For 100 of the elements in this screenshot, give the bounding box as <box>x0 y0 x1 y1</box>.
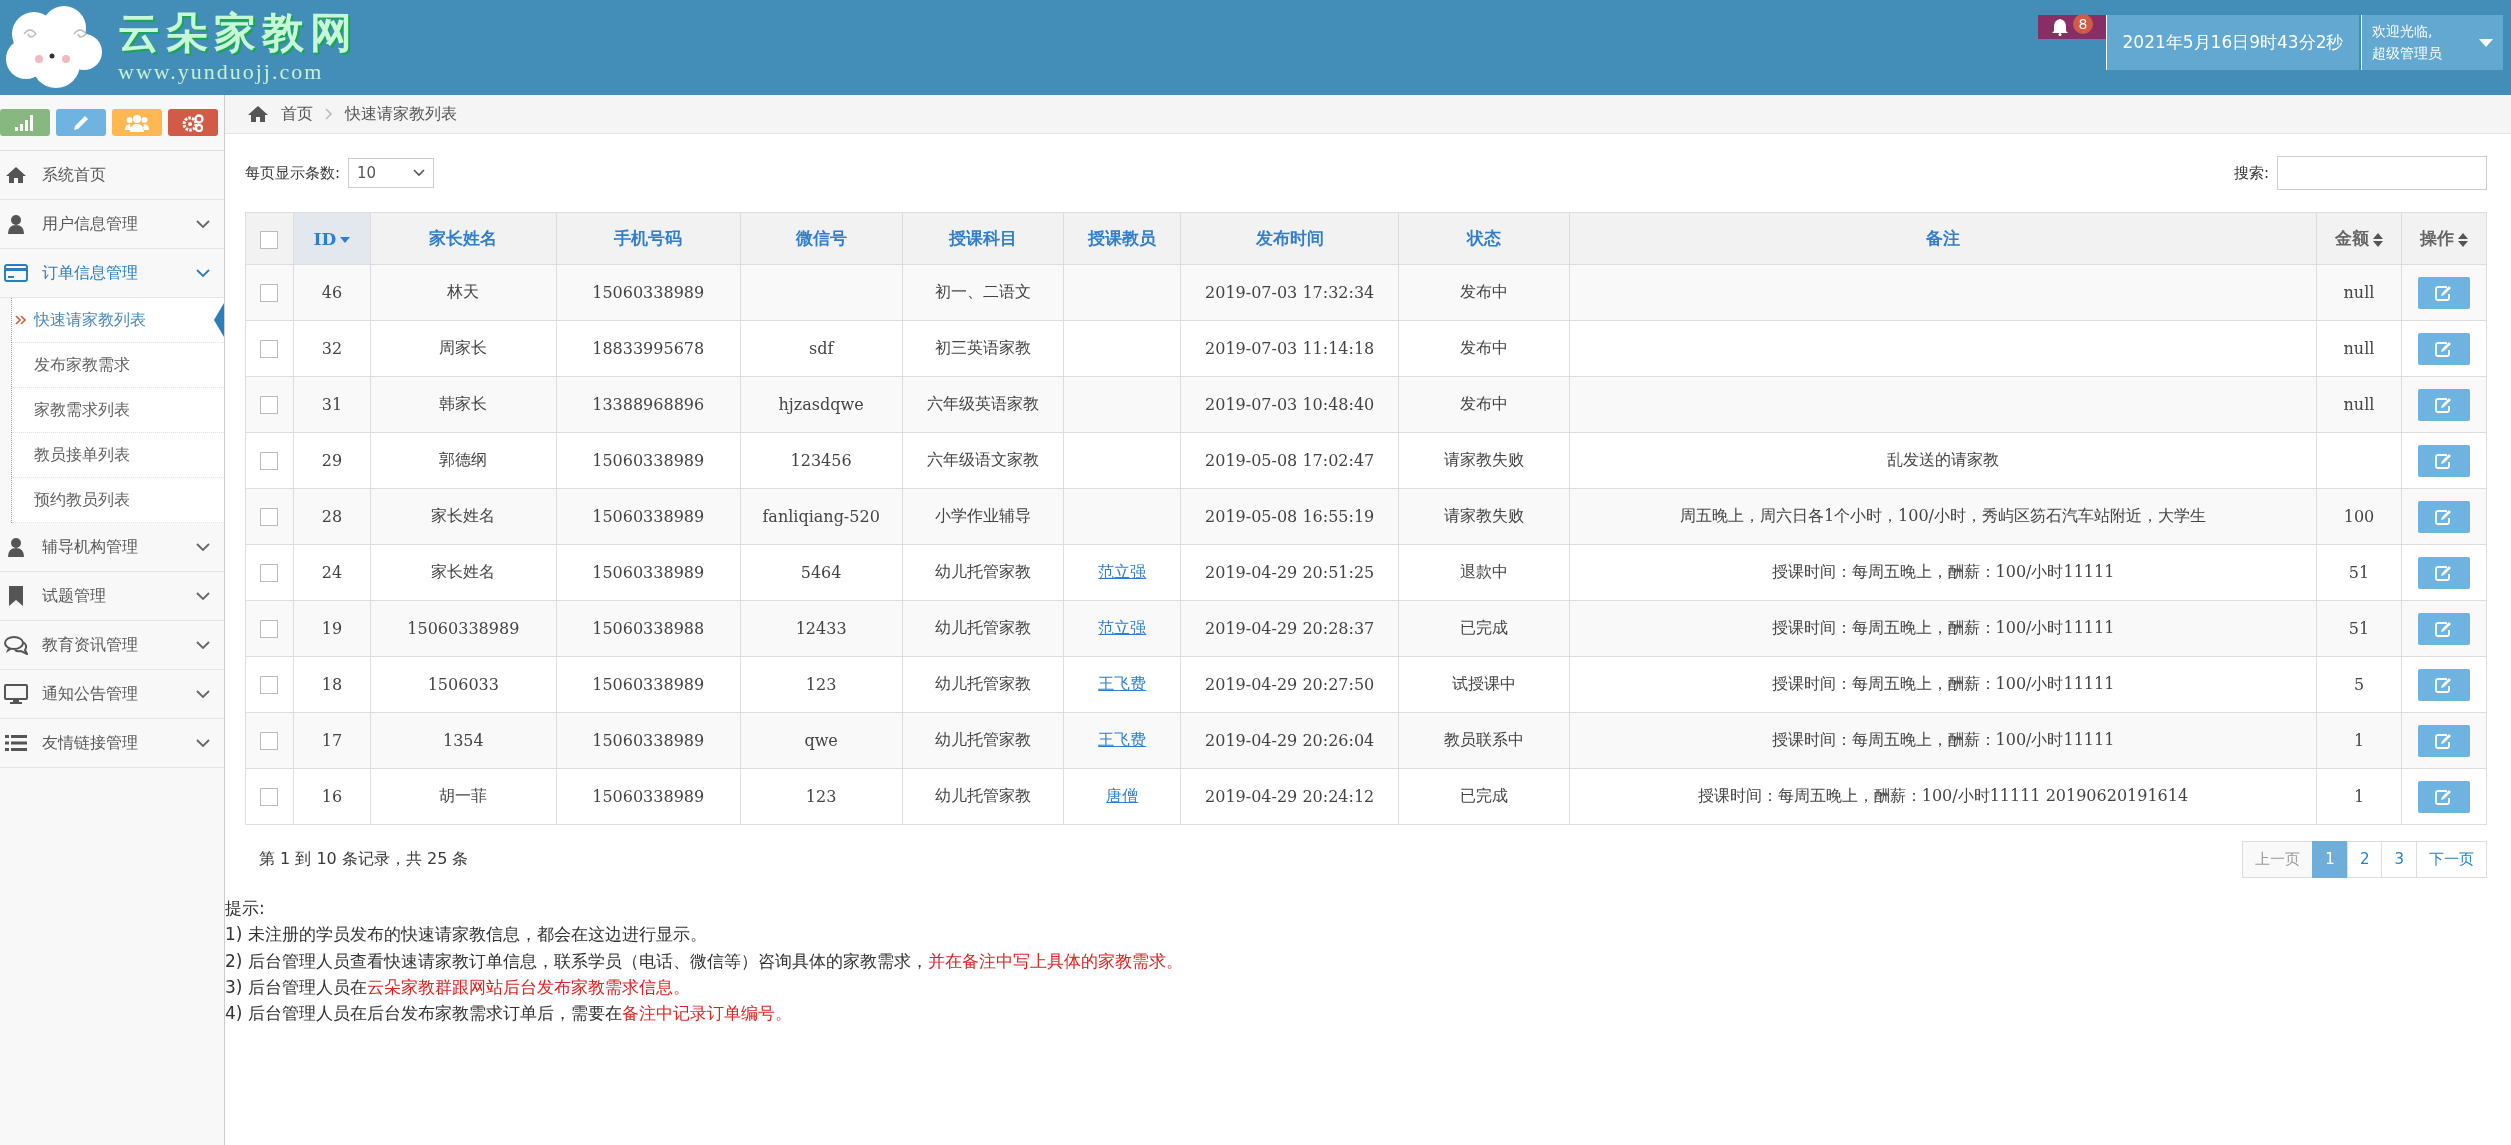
checkbox[interactable] <box>260 396 279 415</box>
table-cell: 韩家长 <box>439 394 488 413</box>
table-cell: 请家教失败 <box>1443 450 1524 469</box>
table-cell: 31 <box>321 395 343 414</box>
shortcut-button[interactable] <box>0 109 50 136</box>
page-button[interactable]: 3 <box>2381 840 2417 878</box>
edit-button[interactable] <box>2417 332 2470 365</box>
table-cell: 授课时间：每周五晚上，酬薪：100/小时11111 <box>1771 730 2115 749</box>
edit-icon <box>2434 732 2453 749</box>
user-role: 超级管理员 <box>2372 44 2442 63</box>
edit-icon <box>2434 788 2453 805</box>
search-field[interactable] <box>2277 156 2487 190</box>
table-cell: 初一、二语文 <box>934 282 1031 301</box>
edit-button[interactable] <box>2417 780 2470 813</box>
checkbox[interactable] <box>260 564 279 583</box>
edit-button[interactable] <box>2417 556 2470 589</box>
table-cell: 幼儿托管家教 <box>934 674 1031 693</box>
column-header[interactable]: 微信号 <box>740 212 903 265</box>
edit-button[interactable] <box>2417 724 2470 757</box>
table-cell: 51 <box>2348 563 2370 582</box>
table-cell: 发布中 <box>1459 282 1508 301</box>
edit-button[interactable] <box>2417 276 2470 309</box>
table-cell: 乱发送的请家教 <box>1886 450 1999 469</box>
chevron-icon <box>196 268 210 278</box>
column-header[interactable]: 备注 <box>1569 212 2317 265</box>
page-button[interactable]: 2 <box>2346 840 2383 878</box>
checkbox[interactable] <box>260 732 279 751</box>
user-menu[interactable]: 欢迎光临, 超级管理员 <box>2361 15 2503 70</box>
table-cell: 已完成 <box>1459 786 1508 805</box>
table-cell: 15060338989 <box>592 731 705 750</box>
column-header[interactable]: 家长姓名 <box>370 212 557 265</box>
edit-button[interactable] <box>2417 612 2470 645</box>
checkbox[interactable] <box>260 788 279 807</box>
table-cell: 周五晚上，周六日各1个小时，100/小时，秀屿区笏石汽车站附近，大学生 <box>1679 506 2206 525</box>
table-cell: 13388968896 <box>592 395 705 414</box>
checkbox[interactable] <box>260 230 279 249</box>
checkbox[interactable] <box>260 676 279 695</box>
edit-icon <box>2434 564 2453 581</box>
table-cell: 幼儿托管家教 <box>934 730 1031 749</box>
edit-button[interactable] <box>2417 388 2470 421</box>
chat-icon <box>4 635 28 655</box>
next-page-button[interactable]: 下一页 <box>2416 840 2487 878</box>
teacher-link[interactable]: 唐僧 <box>1106 786 1139 805</box>
notification-count: 8 <box>2073 14 2093 34</box>
column-header[interactable]: 操作 <box>2401 212 2487 265</box>
column-header[interactable]: 授课科目 <box>902 212 1064 265</box>
page-size-label: 每页显示条数: <box>245 163 341 183</box>
checkbox[interactable] <box>260 340 279 359</box>
column-header[interactable]: 发布时间 <box>1180 212 1399 265</box>
edit-icon <box>2434 620 2453 637</box>
edit-icon <box>2434 452 2453 469</box>
checkbox[interactable] <box>260 620 279 639</box>
edit-icon <box>2434 396 2453 413</box>
breadcrumb-item[interactable]: 首页 <box>281 103 313 125</box>
table-cell: 试授课中 <box>1451 674 1516 693</box>
column-header[interactable]: 金额 <box>2316 212 2402 265</box>
table-cell: 小学作业辅导 <box>934 506 1031 525</box>
chevron-icon <box>196 689 210 699</box>
page-button[interactable]: 1 <box>2312 840 2348 878</box>
signal-icon <box>15 114 35 131</box>
table-cell: 16 <box>321 787 343 806</box>
tip-text: 2) 后台管理人员查看快速请家教订单信息，联系学员（电话、微信等）咨询具体的家教需求，并在备注中写上具体的家教需求。 <box>225 949 1184 973</box>
column-header[interactable]: 手机号码 <box>556 212 741 265</box>
table-cell: 12433 <box>795 619 847 638</box>
teacher-link[interactable]: 王飞费 <box>1098 674 1147 693</box>
checkbox[interactable] <box>260 508 279 527</box>
logo-url: www.yunduojj.com <box>118 58 325 85</box>
teacher-link[interactable]: 范立强 <box>1098 562 1147 581</box>
shortcut-button[interactable] <box>168 109 218 136</box>
column-header[interactable]: 状态 <box>1398 212 1570 265</box>
shortcut-button[interactable] <box>56 109 106 136</box>
table-cell: 2019-07-03 17:32:34 <box>1205 283 1375 302</box>
edit-button[interactable] <box>2417 500 2470 533</box>
table-cell: 5 <box>2353 675 2365 694</box>
chevron-icon <box>196 640 210 650</box>
column-header[interactable]: ID <box>293 212 371 265</box>
chevron-icon <box>196 738 210 748</box>
chevron-icon <box>196 591 210 601</box>
welcome-text: 欢迎光临, <box>2372 22 2434 41</box>
edit-button[interactable] <box>2417 668 2470 701</box>
checkbox[interactable] <box>260 284 279 303</box>
shortcut-button[interactable] <box>112 109 162 136</box>
table-cell: 授课时间：每周五晚上，酬薪：100/小时11111 <box>1771 562 2115 581</box>
tips-title: 提示: <box>225 897 266 920</box>
table-cell: 15060338989 <box>592 675 705 694</box>
sort-desc-icon <box>340 237 351 243</box>
teacher-link[interactable]: 王飞费 <box>1098 730 1147 749</box>
sort-icon <box>2373 232 2383 247</box>
gears-icon <box>182 113 204 132</box>
column-header[interactable]: 授课教员 <box>1063 212 1181 265</box>
double-chevron-icon <box>15 315 27 325</box>
table-cell: 15060338989 <box>592 507 705 526</box>
checkbox[interactable] <box>260 452 279 471</box>
edit-icon <box>2434 284 2453 301</box>
table-cell: sdf <box>808 339 834 358</box>
edit-button[interactable] <box>2417 444 2470 477</box>
page-size-select[interactable]: 10 <box>348 158 435 188</box>
teacher-link[interactable]: 范立强 <box>1098 618 1147 637</box>
table-cell: 1506033 <box>427 675 499 694</box>
notification-button[interactable]: 8 <box>2038 15 2106 39</box>
